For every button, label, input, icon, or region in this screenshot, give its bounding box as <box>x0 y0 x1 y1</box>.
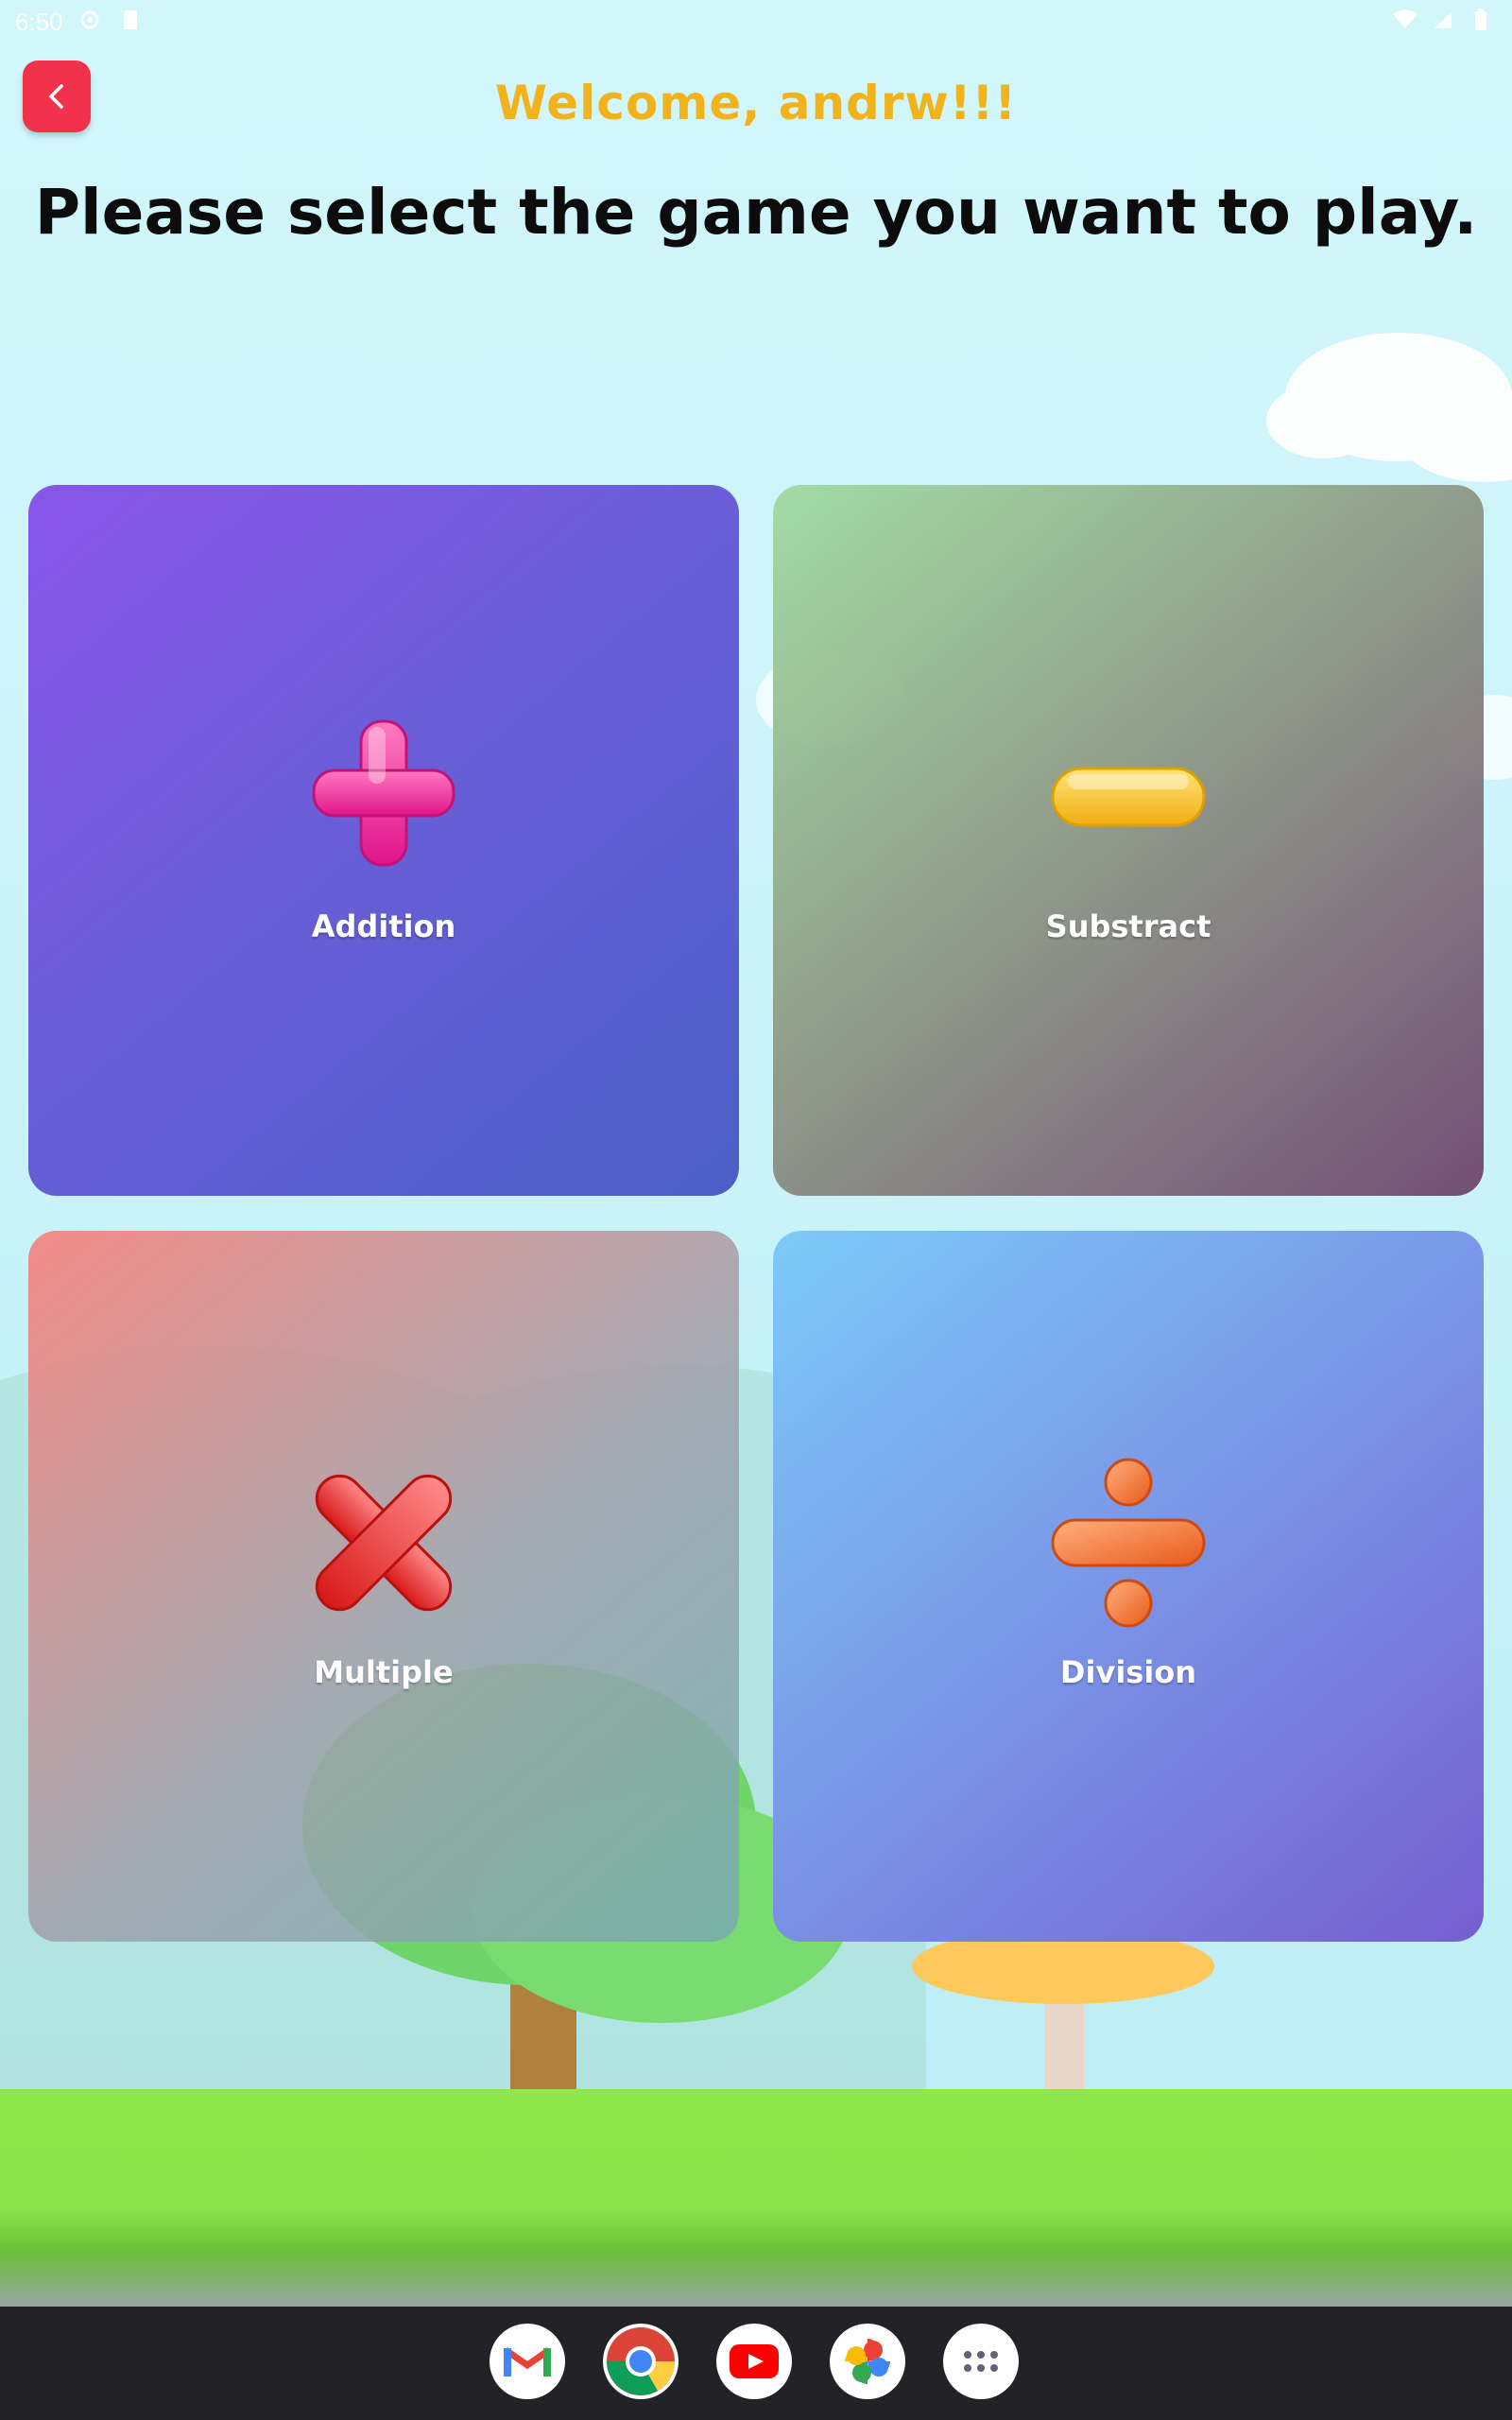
game-label-multiple: Multiple <box>314 1654 454 1690</box>
game-label-addition: Addition <box>311 908 456 944</box>
game-label-subtract: Substract <box>1045 908 1211 944</box>
game-label-division: Division <box>1059 1654 1197 1690</box>
background-scene <box>0 0 1512 2420</box>
game-card-multiple[interactable]: Multiple <box>28 1231 739 1942</box>
grass-ground <box>0 2089 1512 2307</box>
app-drawer-icon[interactable] <box>943 2324 1019 2399</box>
settings-status-icon <box>77 8 102 32</box>
sd-card-icon <box>119 8 144 32</box>
app-dock <box>490 2324 1019 2399</box>
status-bar: 6:50 <box>0 0 1512 45</box>
battery-icon <box>1469 8 1493 32</box>
wifi-icon <box>1393 8 1418 32</box>
plus-icon <box>312 719 455 867</box>
game-card-division[interactable]: Division <box>773 1231 1484 1942</box>
photos-icon[interactable] <box>830 2324 905 2399</box>
multiply-icon <box>315 1474 453 1612</box>
status-time: 6:50 <box>15 8 63 36</box>
chrome-icon[interactable] <box>603 2324 679 2399</box>
page-title: Please select the game you want to play. <box>34 176 1478 249</box>
divide-icon <box>1051 1458 1206 1628</box>
welcome-text: Welcome, andrw!!! <box>494 76 1018 130</box>
game-card-addition[interactable]: Addition <box>28 485 739 1196</box>
gmail-icon[interactable] <box>490 2324 565 2399</box>
minus-icon <box>1051 767 1206 827</box>
youtube-icon[interactable] <box>716 2324 792 2399</box>
game-card-subtract[interactable]: Substract <box>773 485 1484 1196</box>
signal-icon <box>1431 8 1455 32</box>
